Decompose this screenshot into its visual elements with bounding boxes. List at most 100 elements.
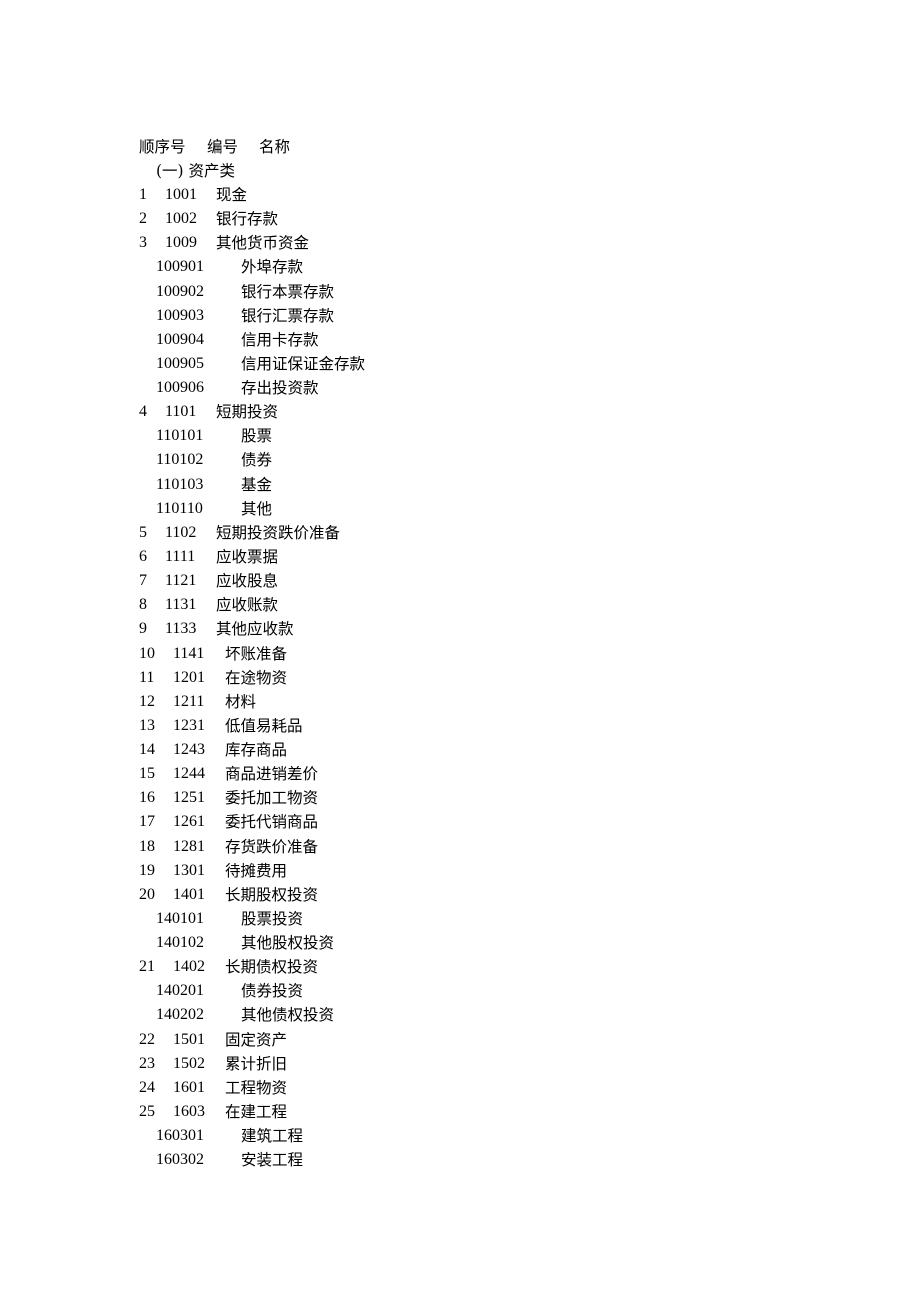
account-name: 建筑工程: [241, 1127, 304, 1146]
sequence-number: 16: [139, 789, 155, 807]
account-code: 1201: [173, 668, 205, 686]
account-name: 短期投资跌价准备: [216, 523, 341, 542]
account-code: 1244: [173, 765, 205, 783]
account-name: 信用卡存款: [241, 330, 319, 349]
account-name: 债券: [241, 451, 273, 470]
account-name: 待摊费用: [225, 861, 288, 880]
account-name: 低值易耗品: [225, 716, 303, 735]
account-code: 1002: [165, 210, 197, 228]
account-name: 短期投资: [216, 403, 279, 422]
sequence-number: 24: [139, 1078, 155, 1096]
sequence-number: 22: [139, 1030, 155, 1048]
sequence-number: 3: [139, 234, 147, 252]
account-name: 在途物资: [225, 668, 288, 687]
account-name: 债券投资: [241, 982, 304, 1001]
account-code: 110102: [156, 451, 204, 469]
account-name: 其他货币资金: [216, 234, 310, 253]
sequence-number: 17: [139, 813, 155, 831]
account-name: 存货跌价准备: [225, 837, 319, 856]
account-name: 长期股权投资: [225, 885, 319, 904]
account-code: 1009: [165, 234, 197, 252]
sequence-number: 7: [139, 572, 147, 590]
account-name: 在建工程: [225, 1102, 288, 1121]
account-name: 银行存款: [216, 210, 279, 229]
account-code: 1501: [173, 1030, 205, 1048]
sequence-number: 14: [139, 741, 155, 758]
document-page: 顺序号 编号 名称 (一) 资产类 1 1001 现金 2 1002 银行存款 3 1009 其…: [0, 0, 920, 1302]
sequence-number: 18: [139, 837, 155, 855]
account-name: 坏账准备: [225, 644, 288, 663]
account-name: 应收股息: [216, 572, 279, 591]
account-code: 1111: [165, 548, 196, 565]
account-code: 100904: [156, 330, 204, 348]
account-name: 其他应收款: [216, 620, 294, 639]
sequence-number: 9: [139, 620, 147, 638]
account-name: 其他: [241, 499, 273, 518]
account-code: 110110: [156, 499, 203, 517]
sequence-number: 12: [139, 692, 155, 710]
account-code: 1603: [173, 1102, 205, 1120]
account-name: 委托加工物资: [225, 789, 319, 808]
account-code: 110101: [156, 427, 204, 445]
account-code: 1211: [173, 692, 205, 710]
account-code: 140202: [156, 1006, 204, 1024]
sequence-number: 6: [139, 548, 147, 565]
account-code: 1243: [173, 741, 205, 758]
account-code: 140101: [156, 909, 204, 927]
account-name: 外埠存款: [241, 258, 304, 277]
account-name: 银行汇票存款: [241, 306, 335, 325]
account-code: 1402: [173, 958, 205, 976]
account-name: 基金: [241, 475, 273, 494]
sequence-number: 13: [139, 716, 155, 734]
sequence-number: 1: [139, 186, 147, 203]
section-label: (一) 资产类: [156, 162, 236, 180]
account-name: 现金: [216, 186, 248, 204]
account-name: 材料: [225, 692, 257, 711]
account-name: 股票: [241, 427, 273, 446]
sequence-number: 8: [139, 596, 147, 614]
sequence-number: 4: [139, 403, 147, 421]
account-code: 140102: [156, 934, 204, 951]
account-code: 140201: [156, 982, 204, 1000]
account-code: 1261: [173, 813, 205, 831]
sequence-number: 23: [139, 1054, 155, 1072]
account-code: 1001: [165, 186, 197, 203]
account-code: 1102: [165, 523, 197, 541]
account-name: 安装工程: [241, 1151, 304, 1170]
account-code: 1101: [165, 403, 197, 421]
account-code: 1121: [165, 572, 197, 590]
header-seq: 顺序号: [139, 138, 186, 156]
account-code: 1301: [173, 861, 205, 879]
sequence-number: 19: [139, 861, 155, 879]
sequence-number: 11: [139, 668, 155, 686]
account-code: 100903: [156, 306, 204, 324]
account-code: 1251: [173, 789, 205, 807]
sequence-number: 25: [139, 1102, 155, 1120]
account-code: 1601: [173, 1078, 205, 1096]
header-code: 编号: [207, 138, 239, 156]
account-name: 应收票据: [216, 548, 279, 566]
account-code: 1401: [173, 885, 205, 903]
sequence-number: 15: [139, 765, 155, 783]
account-code: 100906: [156, 379, 204, 396]
account-code: 1281: [173, 837, 205, 855]
account-name: 存出投资款: [241, 379, 319, 397]
account-name: 其他债权投资: [241, 1006, 335, 1025]
account-name: 应收账款: [216, 596, 279, 615]
sequence-number: 21: [139, 958, 155, 976]
account-name: 委托代销商品: [225, 813, 319, 832]
header-name: 名称: [259, 138, 291, 156]
account-name: 银行本票存款: [241, 282, 335, 301]
account-name: 其他股权投资: [241, 934, 335, 952]
account-code: 100901: [156, 258, 204, 276]
account-name: 长期债权投资: [225, 958, 319, 977]
account-code: 100902: [156, 282, 204, 300]
account-name: 股票投资: [241, 909, 304, 928]
account-code: 160302: [156, 1151, 204, 1169]
account-code: 110103: [156, 475, 204, 493]
account-code: 1231: [173, 716, 205, 734]
account-code: 1131: [165, 596, 197, 614]
sequence-number: 2: [139, 210, 147, 228]
account-code: 160301: [156, 1127, 204, 1145]
account-code: 1502: [173, 1054, 205, 1072]
